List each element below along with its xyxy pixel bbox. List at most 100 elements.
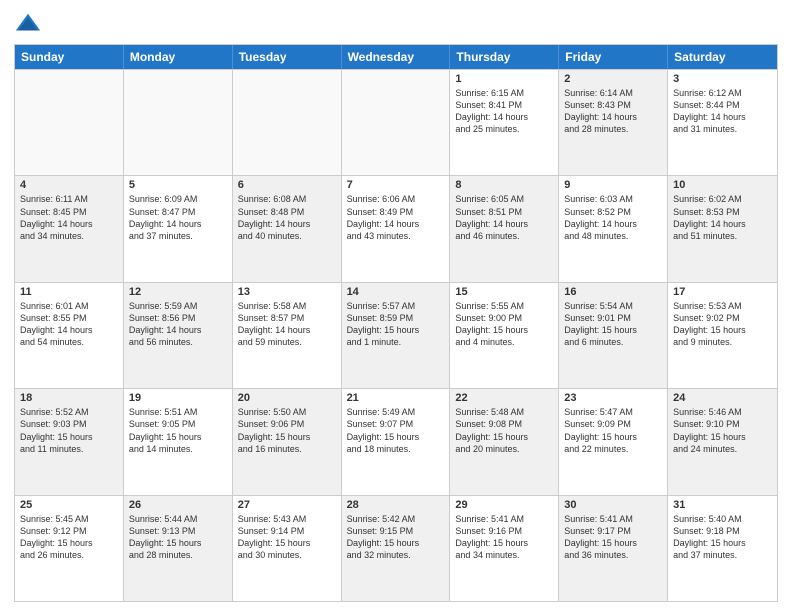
day-number: 17 [673,286,772,298]
cell-line: Sunrise: 6:12 AM [673,87,772,99]
cell-line: Sunset: 8:47 PM [129,206,227,218]
day-number: 22 [455,392,553,404]
calendar-row-4: 18Sunrise: 5:52 AMSunset: 9:03 PMDayligh… [15,388,777,494]
cell-line: Sunset: 9:18 PM [673,525,772,537]
calendar-row-1: 1Sunrise: 6:15 AMSunset: 8:41 PMDaylight… [15,69,777,175]
cell-line: Daylight: 14 hours [129,218,227,230]
cell-line: and 34 minutes. [455,549,553,561]
cell-line: Daylight: 14 hours [673,218,772,230]
calendar-row-2: 4Sunrise: 6:11 AMSunset: 8:45 PMDaylight… [15,175,777,281]
cell-line: Sunrise: 5:54 AM [564,300,662,312]
cell-line: and 24 minutes. [673,443,772,455]
cell-line: Sunrise: 5:41 AM [564,513,662,525]
cell-line: Sunset: 9:13 PM [129,525,227,537]
cell-line: Sunrise: 5:42 AM [347,513,445,525]
cell-line: Daylight: 15 hours [238,537,336,549]
day-number: 13 [238,286,336,298]
cell-line: Sunset: 8:41 PM [455,99,553,111]
cell-line: and 16 minutes. [238,443,336,455]
day-number: 12 [129,286,227,298]
cell-line: Daylight: 15 hours [455,324,553,336]
cell-line: Sunset: 9:12 PM [20,525,118,537]
cell-line: Sunrise: 6:03 AM [564,193,662,205]
day-cell-9: 9Sunrise: 6:03 AMSunset: 8:52 PMDaylight… [559,176,668,281]
cell-line: Sunset: 8:57 PM [238,312,336,324]
cell-line: Daylight: 15 hours [564,324,662,336]
day-cell-1: 1 Sunrise: 6:15 AMSunset: 8:41 PMDaylight… [450,70,559,175]
page: SundayMondayTuesdayWednesdayThursdayFrid… [0,0,792,612]
day-cell-14: 14Sunrise: 5:57 AMSunset: 8:59 PMDayligh… [342,283,451,388]
cell-line: Sunrise: 5:45 AM [20,513,118,525]
calendar-header: SundayMondayTuesdayWednesdayThursdayFrid… [15,45,777,69]
cell-line: Daylight: 15 hours [673,537,772,549]
cell-line: Sunrise: 6:15 AM [455,87,553,99]
day-number: 7 [347,179,445,191]
cell-line: Sunset: 8:49 PM [347,206,445,218]
day-number: 24 [673,392,772,404]
cell-line: Sunrise: 5:40 AM [673,513,772,525]
cell-line: Sunset: 8:48 PM [238,206,336,218]
cell-line: Sunrise: 6:11 AM [20,193,118,205]
day-cell-29: 29Sunrise: 5:41 AMSunset: 9:16 PMDayligh… [450,496,559,601]
cell-line: Daylight: 15 hours [673,324,772,336]
cell-line: Sunset: 8:43 PM [564,99,662,111]
logo [14,10,46,38]
cell-line: Daylight: 15 hours [347,324,445,336]
weekday-header-saturday: Saturday [668,45,777,69]
cell-line: Sunset: 9:17 PM [564,525,662,537]
cell-line: Sunset: 8:59 PM [347,312,445,324]
day-cell-22: 22Sunrise: 5:48 AMSunset: 9:08 PMDayligh… [450,389,559,494]
cell-line: Sunset: 9:14 PM [238,525,336,537]
day-cell-13: 13Sunrise: 5:58 AMSunset: 8:57 PMDayligh… [233,283,342,388]
cell-line: Sunset: 9:08 PM [455,418,553,430]
day-number: 4 [20,179,118,191]
cell-line: and 18 minutes. [347,443,445,455]
cell-line: Sunset: 8:56 PM [129,312,227,324]
cell-line: Sunset: 9:05 PM [129,418,227,430]
cell-line: Daylight: 15 hours [455,431,553,443]
day-number: 10 [673,179,772,191]
cell-line: Sunset: 9:10 PM [673,418,772,430]
day-cell-30: 30Sunrise: 5:41 AMSunset: 9:17 PMDayligh… [559,496,668,601]
cell-line: Sunrise: 5:51 AM [129,406,227,418]
day-number: 31 [673,499,772,511]
day-number: 1 [455,73,553,85]
weekday-header-sunday: Sunday [15,45,124,69]
cell-line: Sunset: 8:51 PM [455,206,553,218]
cell-line: and 22 minutes. [564,443,662,455]
cell-line: Sunset: 9:06 PM [238,418,336,430]
cell-line: Daylight: 15 hours [129,431,227,443]
day-number: 8 [455,179,553,191]
day-cell-7: 7Sunrise: 6:06 AMSunset: 8:49 PMDaylight… [342,176,451,281]
day-cell-23: 23Sunrise: 5:47 AMSunset: 9:09 PMDayligh… [559,389,668,494]
cell-line: and 30 minutes. [238,549,336,561]
cell-line: Sunset: 9:07 PM [347,418,445,430]
cell-line: and 9 minutes. [673,336,772,348]
cell-line: and 31 minutes. [673,123,772,135]
cell-line: Sunrise: 5:43 AM [238,513,336,525]
cell-line: Sunrise: 6:06 AM [347,193,445,205]
day-number: 6 [238,179,336,191]
empty-cell [233,70,342,175]
day-cell-12: 12Sunrise: 5:59 AMSunset: 8:56 PMDayligh… [124,283,233,388]
cell-line: Daylight: 15 hours [347,431,445,443]
day-cell-2: 2Sunrise: 6:14 AMSunset: 8:43 PMDaylight… [559,70,668,175]
cell-line: Daylight: 14 hours [564,111,662,123]
cell-line: Sunrise: 5:53 AM [673,300,772,312]
cell-line: Sunrise: 5:44 AM [129,513,227,525]
day-cell-17: 17Sunrise: 5:53 AMSunset: 9:02 PMDayligh… [668,283,777,388]
calendar: SundayMondayTuesdayWednesdayThursdayFrid… [14,44,778,602]
cell-line: Daylight: 14 hours [455,111,553,123]
cell-line: Daylight: 14 hours [238,218,336,230]
cell-line: Sunrise: 6:08 AM [238,193,336,205]
cell-line: and 48 minutes. [564,230,662,242]
cell-line: and 26 minutes. [20,549,118,561]
cell-line: Daylight: 14 hours [238,324,336,336]
weekday-header-wednesday: Wednesday [342,45,451,69]
calendar-row-5: 25Sunrise: 5:45 AMSunset: 9:12 PMDayligh… [15,495,777,601]
cell-line: Sunset: 9:15 PM [347,525,445,537]
day-cell-4: 4Sunrise: 6:11 AMSunset: 8:45 PMDaylight… [15,176,124,281]
cell-line: Daylight: 15 hours [238,431,336,443]
day-number: 5 [129,179,227,191]
cell-line: Sunset: 9:09 PM [564,418,662,430]
